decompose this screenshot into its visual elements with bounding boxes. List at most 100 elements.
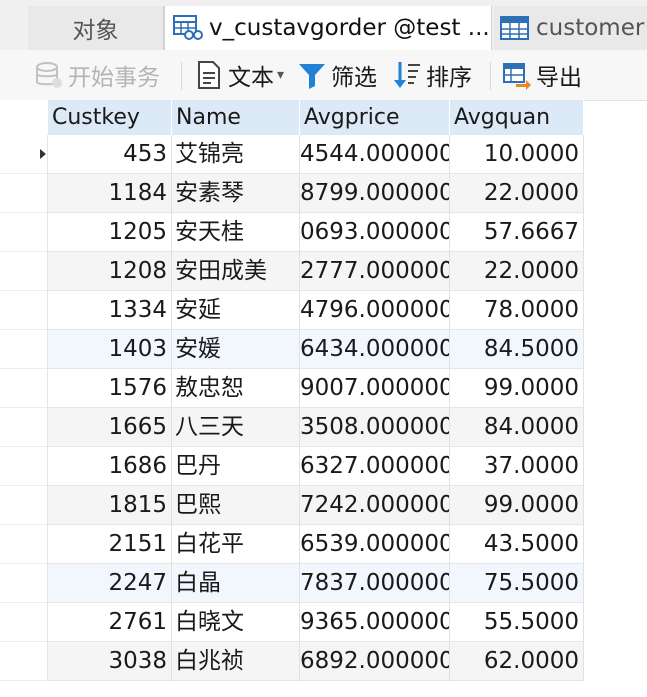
cell-avgquan[interactable]: 84.0000	[450, 408, 584, 447]
cell-name[interactable]: 白晓文	[172, 603, 300, 642]
cell-custkey[interactable]: 2247	[48, 564, 172, 603]
cell-avgprice[interactable]: 7242.000000	[300, 486, 450, 525]
tab-view-label: v_custavgorder @test ...	[209, 15, 490, 41]
column-header-custkey[interactable]: Custkey	[48, 100, 172, 135]
table-row[interactable]: 1815 巴熙 7242.000000 99.0000	[0, 486, 647, 525]
tab-objects[interactable]: 对象	[28, 6, 164, 50]
table-row[interactable]: 1334 安延 4796.000000 78.0000	[0, 291, 647, 330]
cell-avgquan[interactable]: 75.5000	[450, 564, 584, 603]
cell-name[interactable]: 安素琴	[172, 174, 300, 213]
cell-avgprice[interactable]: 6327.000000	[300, 447, 450, 486]
cell-name[interactable]: 安媛	[172, 330, 300, 369]
text-view-label: 文本	[228, 65, 274, 91]
cell-avgprice[interactable]: 9007.000000	[300, 369, 450, 408]
cell-avgprice[interactable]: 9365.000000	[300, 603, 450, 642]
cell-custkey[interactable]: 1686	[48, 447, 172, 486]
export-button[interactable]: 导出	[502, 50, 582, 100]
cell-avgprice[interactable]: 6434.000000	[300, 330, 450, 369]
cell-custkey[interactable]: 453	[48, 135, 172, 174]
table-row[interactable]: 453 艾锦亮 4544.000000 10.0000	[0, 135, 647, 174]
cell-avgprice[interactable]: 3508.000000	[300, 408, 450, 447]
row-indicator-header	[0, 100, 48, 135]
cell-name[interactable]: 巴熙	[172, 486, 300, 525]
cell-avgquan[interactable]: 22.0000	[450, 252, 584, 291]
cell-name[interactable]: 艾锦亮	[172, 135, 300, 174]
row-indicator[interactable]	[0, 135, 48, 174]
cell-name[interactable]: 安田成美	[172, 252, 300, 291]
column-header-name[interactable]: Name	[172, 100, 300, 135]
table-row[interactable]: 1665 八三天 3508.000000 84.0000	[0, 408, 647, 447]
view-grid-icon	[173, 15, 203, 40]
text-view-button[interactable]: 文本 ▾	[194, 50, 284, 100]
table-row[interactable]: 1576 敖忠恕 9007.000000 99.0000	[0, 369, 647, 408]
table-row[interactable]: 2151 白花平 6539.000000 43.5000	[0, 525, 647, 564]
row-indicator[interactable]	[0, 369, 48, 408]
cell-name[interactable]: 敖忠恕	[172, 369, 300, 408]
cell-name[interactable]: 白兆祯	[172, 642, 300, 681]
row-indicator[interactable]	[0, 174, 48, 213]
table-row[interactable]: 1184 安素琴 8799.000000 22.0000	[0, 174, 647, 213]
cell-avgquan[interactable]: 37.0000	[450, 447, 584, 486]
tab-customer[interactable]: customer	[494, 6, 647, 50]
row-indicator[interactable]	[0, 447, 48, 486]
cell-avgquan[interactable]: 62.0000	[450, 642, 584, 681]
cell-avgquan[interactable]: 43.5000	[450, 525, 584, 564]
table-row[interactable]: 1686 巴丹 6327.000000 37.0000	[0, 447, 647, 486]
table-row[interactable]: 2761 白晓文 9365.000000 55.5000	[0, 603, 647, 642]
cell-name[interactable]: 巴丹	[172, 447, 300, 486]
tab-view-custavgorder[interactable]: v_custavgorder @test ...	[164, 6, 492, 50]
row-indicator[interactable]	[0, 330, 48, 369]
cell-custkey[interactable]: 1576	[48, 369, 172, 408]
table-row[interactable]: 3038 白兆祯 6892.000000 62.0000	[0, 642, 647, 681]
row-indicator[interactable]	[0, 252, 48, 291]
cell-avgprice[interactable]: 7837.000000	[300, 564, 450, 603]
cell-avgquan[interactable]: 22.0000	[450, 174, 584, 213]
cell-avgprice[interactable]: 4544.000000	[300, 135, 450, 174]
filter-button[interactable]: 筛选	[297, 50, 377, 100]
cell-custkey[interactable]: 1403	[48, 330, 172, 369]
row-indicator[interactable]	[0, 642, 48, 681]
cell-avgquan[interactable]: 10.0000	[450, 135, 584, 174]
column-header-avgprice[interactable]: Avgprice	[300, 100, 450, 135]
row-indicator[interactable]	[0, 525, 48, 564]
table-row[interactable]: 1205 安天桂 0693.000000 57.6667	[0, 213, 647, 252]
cell-custkey[interactable]: 1184	[48, 174, 172, 213]
cell-avgprice[interactable]: 2777.000000	[300, 252, 450, 291]
cell-name[interactable]: 安天桂	[172, 213, 300, 252]
table-row[interactable]: 1403 安媛 6434.000000 84.5000	[0, 330, 647, 369]
cell-avgprice[interactable]: 8799.000000	[300, 174, 450, 213]
cell-name[interactable]: 白花平	[172, 525, 300, 564]
cell-custkey[interactable]: 1665	[48, 408, 172, 447]
cell-custkey[interactable]: 1205	[48, 213, 172, 252]
cell-custkey[interactable]: 2761	[48, 603, 172, 642]
cell-avgprice[interactable]: 6892.000000	[300, 642, 450, 681]
cell-name[interactable]: 八三天	[172, 408, 300, 447]
cell-name[interactable]: 白晶	[172, 564, 300, 603]
cell-name[interactable]: 安延	[172, 291, 300, 330]
row-indicator[interactable]	[0, 564, 48, 603]
row-indicator[interactable]	[0, 486, 48, 525]
cell-custkey[interactable]: 1815	[48, 486, 172, 525]
cell-avgquan[interactable]: 84.5000	[450, 330, 584, 369]
cell-avgquan[interactable]: 99.0000	[450, 369, 584, 408]
row-indicator[interactable]	[0, 291, 48, 330]
cell-avgprice[interactable]: 4796.000000	[300, 291, 450, 330]
cell-avgprice[interactable]: 0693.000000	[300, 213, 450, 252]
table-row[interactable]: 1208 安田成美 2777.000000 22.0000	[0, 252, 647, 291]
begin-transaction-button[interactable]: 开始事务	[34, 50, 160, 100]
cell-custkey[interactable]: 3038	[48, 642, 172, 681]
cell-avgquan[interactable]: 78.0000	[450, 291, 584, 330]
cell-avgquan[interactable]: 57.6667	[450, 213, 584, 252]
table-row[interactable]: 2247 白晶 7837.000000 75.5000	[0, 564, 647, 603]
cell-custkey[interactable]: 1208	[48, 252, 172, 291]
cell-avgprice[interactable]: 6539.000000	[300, 525, 450, 564]
cell-custkey[interactable]: 2151	[48, 525, 172, 564]
cell-avgquan[interactable]: 99.0000	[450, 486, 584, 525]
column-header-avgquan[interactable]: Avgquan	[450, 100, 584, 135]
row-indicator[interactable]	[0, 408, 48, 447]
cell-custkey[interactable]: 1334	[48, 291, 172, 330]
sort-button[interactable]: 排序	[392, 50, 472, 100]
cell-avgquan[interactable]: 55.5000	[450, 603, 584, 642]
row-indicator[interactable]	[0, 213, 48, 252]
row-indicator[interactable]	[0, 603, 48, 642]
